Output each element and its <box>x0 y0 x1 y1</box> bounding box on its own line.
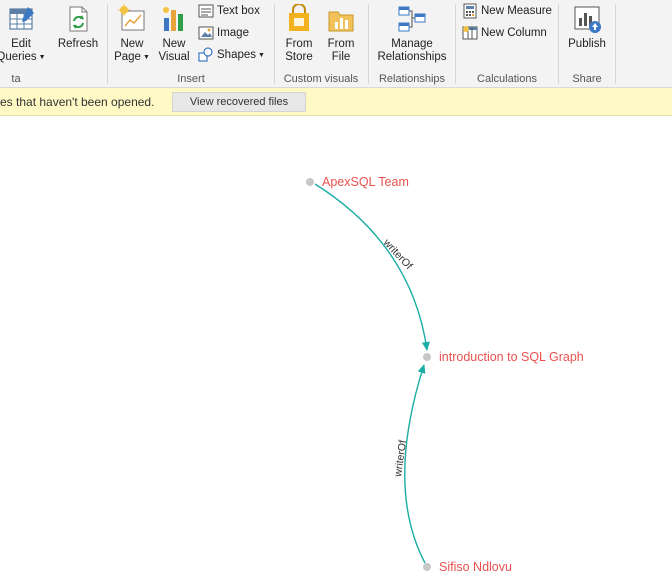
from-file-label-2: File <box>331 51 351 63</box>
report-canvas: writerOf writerOf ApexSQL Team introduct… <box>0 117 672 580</box>
node-label: introduction to SQL Graph <box>439 350 584 364</box>
group-relationships: Manage Relationships Relationships <box>369 0 455 88</box>
text-box-icon <box>198 4 214 18</box>
graph-node[interactable] <box>423 563 431 571</box>
chevron-down-icon: ▼ <box>142 54 150 61</box>
new-page-label-1: New <box>120 38 144 50</box>
view-recovered-files-button[interactable]: View recovered files <box>172 92 306 112</box>
table-column-icon <box>462 26 478 40</box>
from-file-button[interactable]: From File <box>321 2 361 68</box>
refresh-icon <box>69 6 88 32</box>
new-page-button[interactable]: New Page ▼ <box>112 2 152 68</box>
from-file-label-1: From <box>327 38 355 50</box>
group-divider <box>615 4 616 84</box>
group-share: Publish Share <box>559 0 615 88</box>
node-label: ApexSQL Team <box>322 175 409 189</box>
recovery-notification-bar: es that haven't been opened. View recove… <box>0 88 672 116</box>
group-label-external-data: ta <box>11 73 21 85</box>
new-column-label: New Column <box>481 27 547 39</box>
publish-button[interactable]: Publish <box>563 2 611 68</box>
edge-label: writerOf <box>392 439 409 478</box>
group-insert: New Page ▼ New Visual Text box Image Sha… <box>108 0 274 88</box>
group-label-custom-visuals: Custom visuals <box>283 73 359 85</box>
edit-queries-button[interactable]: Edit Queries ▼ <box>0 2 48 68</box>
new-visual-button[interactable]: New Visual <box>154 2 194 68</box>
publish-icon <box>574 6 601 33</box>
new-measure-label: New Measure <box>481 5 552 17</box>
image-icon <box>198 26 214 40</box>
node-label: Sifiso Ndlovu <box>439 560 512 574</box>
group-label-insert: Insert <box>177 73 205 85</box>
refresh-button[interactable]: Refresh <box>54 2 102 68</box>
manage-relationships-label-2: Relationships <box>377 51 447 63</box>
ribbon: Edit Queries ▼ Refresh ta New Page ▼ New… <box>0 0 672 88</box>
from-store-label-1: From <box>285 38 313 50</box>
new-visual-label-1: New <box>162 38 186 50</box>
group-label-share: Share <box>572 73 602 85</box>
text-box-label: Text box <box>217 5 260 17</box>
edit-queries-label-1: Edit <box>11 38 31 50</box>
graph-edge <box>404 364 426 564</box>
group-custom-visuals: From Store From File Custom visuals <box>275 0 367 88</box>
image-label: Image <box>217 27 249 39</box>
store-icon <box>289 4 309 31</box>
publish-label: Publish <box>568 38 606 50</box>
relationships-icon <box>398 6 426 32</box>
new-visual-label-2: Visual <box>158 51 190 63</box>
edit-queries-label-2: Queries ▼ <box>0 51 46 63</box>
chevron-down-icon: ▼ <box>258 52 265 59</box>
group-label-relationships: Relationships <box>378 73 446 85</box>
graph-node[interactable] <box>423 353 431 361</box>
graph-node[interactable] <box>306 178 314 186</box>
group-label-calculations: Calculations <box>477 73 537 85</box>
recovery-message: es that haven't been opened. <box>0 95 155 109</box>
force-directed-graph: writerOf writerOf ApexSQL Team introduct… <box>306 175 584 574</box>
new-page-label-2: Page ▼ <box>114 51 150 63</box>
shapes-label: Shapes ▼ <box>217 49 265 61</box>
manage-relationships-button[interactable]: Manage Relationships <box>371 2 453 68</box>
refresh-label: Refresh <box>57 38 99 50</box>
folder-chart-icon <box>328 11 354 32</box>
bar-chart-icon <box>163 7 183 31</box>
chevron-down-icon: ▼ <box>38 54 46 61</box>
shapes-icon <box>198 47 213 62</box>
new-page-icon <box>118 4 145 31</box>
group-calculations: New Measure New Column Calculations <box>456 0 558 88</box>
calculator-icon <box>463 3 477 19</box>
from-store-label-2: Store <box>285 51 313 63</box>
group-external-data: Edit Queries ▼ Refresh ta <box>0 0 108 88</box>
table-edit-icon <box>9 7 34 30</box>
manage-relationships-label-1: Manage <box>391 38 433 50</box>
from-store-button[interactable]: From Store <box>279 2 319 68</box>
